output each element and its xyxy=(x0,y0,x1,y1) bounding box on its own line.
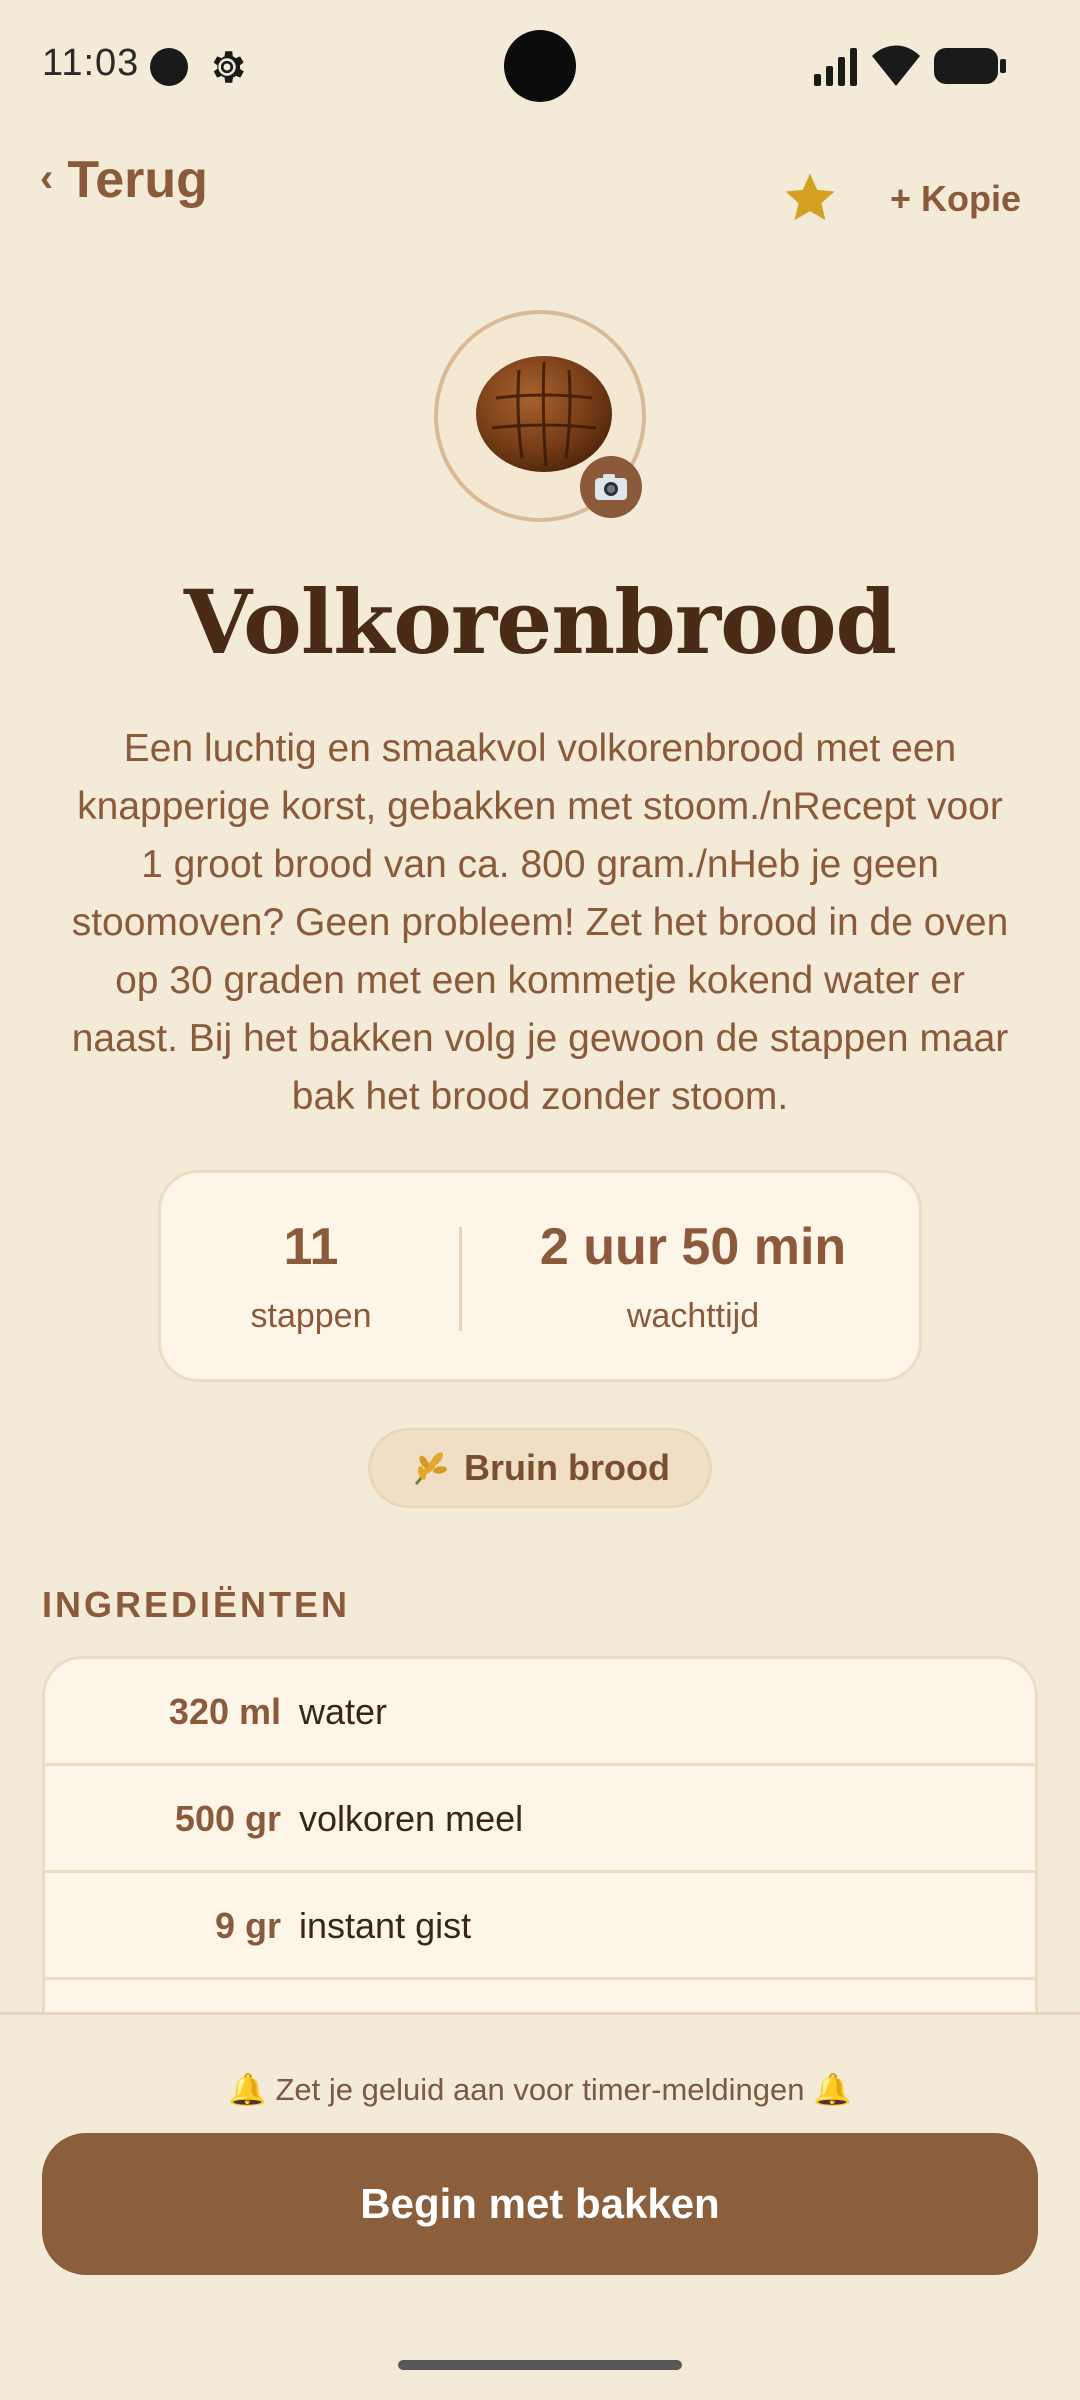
back-button[interactable]: ‹ Terug xyxy=(40,150,208,210)
ingredient-name: volkoren meel xyxy=(299,1798,524,1839)
wifi-icon xyxy=(872,45,920,86)
ingredients-list: 320 ml water 500 gr volkoren meel 9 gr i… xyxy=(42,1656,1038,2056)
wait-time-label: wachttijd xyxy=(626,1297,760,1335)
chevron-left-icon: ‹ xyxy=(40,155,54,200)
bread-icon xyxy=(476,356,612,472)
start-baking-button[interactable]: Begin met bakken xyxy=(42,2133,1038,2275)
sound-hint: 🔔 Zet je geluid aan voor timer-meldingen… xyxy=(228,2072,852,2107)
wait-time-stat: 2 uur 50 min wachttijd xyxy=(461,1217,925,1336)
front-camera xyxy=(504,30,576,102)
wheat-icon xyxy=(414,1452,447,1485)
ingredient-row: 320 ml water xyxy=(45,1659,1035,1766)
ingredient-name: instant gist xyxy=(299,1905,472,1946)
steps-label: stappen xyxy=(250,1297,372,1335)
recipe-description: Een luchtig en smaakvol volkorenbrood me… xyxy=(71,727,1009,1118)
back-label: Terug xyxy=(67,151,208,209)
steps-stat: 11 stappen xyxy=(161,1217,461,1336)
star-icon[interactable] xyxy=(782,170,838,226)
ingredient-amount: 500 gr xyxy=(174,1798,281,1839)
status-time: 11:03 xyxy=(42,42,140,84)
ingredient-amount: 9 gr xyxy=(214,1905,281,1946)
ingredient-name: water xyxy=(299,1691,388,1732)
ingredient-amount: 320 ml xyxy=(168,1691,281,1732)
gear-icon xyxy=(213,51,244,83)
steps-value: 11 xyxy=(283,1218,339,1276)
category-label: Bruin brood xyxy=(464,1447,670,1488)
bottom-action-panel: 🔔 Zet je geluid aan voor timer-meldingen… xyxy=(0,2012,1080,2400)
ingredient-row: 9 gr instant gist xyxy=(45,1873,1035,1980)
battery-icon xyxy=(934,48,1006,84)
recipe-title: Volkorenbrood xyxy=(183,570,897,674)
change-photo-button[interactable] xyxy=(580,456,642,518)
home-indicator[interactable] xyxy=(398,2360,682,2370)
category-tag[interactable]: Bruin brood xyxy=(368,1428,712,1508)
phone-screen: 11:03 ‹ Terug + Kopie Volkorenbrood Een … xyxy=(0,0,1080,2400)
notification-dot-icon xyxy=(150,48,188,86)
wait-time-value: 2 uur 50 min xyxy=(539,1218,847,1276)
ingredient-row: 500 gr volkoren meel xyxy=(45,1766,1035,1873)
copy-button[interactable]: + Kopie xyxy=(890,178,1021,220)
recipe-stats-card: 11 stappen 2 uur 50 min wachttijd xyxy=(158,1170,922,1382)
signal-icon xyxy=(814,48,857,86)
ingredients-heading: INGREDIËNTEN xyxy=(42,1584,351,1625)
camera-icon xyxy=(595,474,627,500)
status-bar: 11:03 xyxy=(0,0,1080,130)
